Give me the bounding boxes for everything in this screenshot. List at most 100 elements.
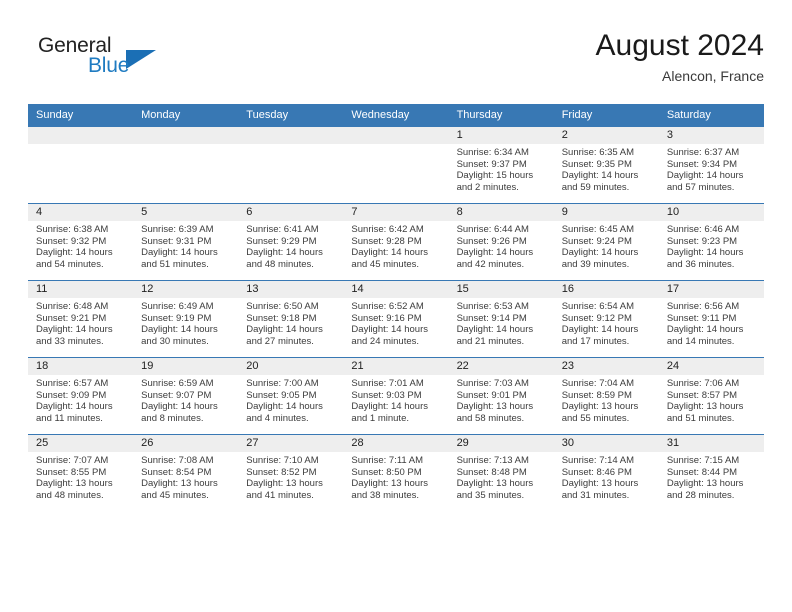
weekday-header-thursday: Thursday — [448, 104, 554, 127]
brand-logo[interactable]: General Blue — [28, 34, 258, 90]
calendar-day-cell[interactable]: 31 Sunrise: 7:15 AM Sunset: 8:44 PM Dayligh… — [658, 434, 764, 511]
calendar-day-cell[interactable]: 9 Sunrise: 6:45 AM Sunset: 9:24 PM Daylight… — [553, 203, 659, 281]
calendar-day-cell[interactable]: 29 Sunrise: 7:13 AM Sunset: 8:48 PM Dayligh… — [448, 434, 554, 511]
day-details — [238, 144, 343, 147]
daylight-duration-line1: Daylight: 14 hours — [36, 247, 113, 259]
daylight-duration-line2: and 2 minutes. — [456, 181, 519, 193]
day-details: Sunrise: 7:07 AM Sunset: 8:55 PM Daylight:… — [28, 452, 133, 501]
calendar-day-cell-inner: 28 Sunrise: 7:11 AM Sunset: 8:50 PM Dayligh… — [343, 435, 449, 511]
calendar-day-cell[interactable]: 20 Sunrise: 7:00 AM Sunset: 9:05 PM Dayligh… — [238, 357, 344, 435]
daylight-duration-line1: Daylight: 14 hours — [561, 247, 639, 259]
sunrise-time: Sunrise: 7:15 AM — [666, 455, 740, 466]
calendar-day-cell[interactable]: 11 Sunrise: 6:48 AM Sunset: 9:21 PM Dayligh… — [28, 280, 134, 358]
sunrise-time: Sunrise: 7:01 AM — [351, 378, 424, 389]
day-number: 17 — [658, 281, 764, 298]
day-number: 29 — [448, 435, 554, 452]
daylight-duration-line2: and 59 minutes. — [561, 181, 630, 193]
calendar-day-cell-empty — [343, 126, 449, 204]
day-details: Sunrise: 7:00 AM Sunset: 9:05 PM Daylight:… — [238, 375, 343, 424]
day-details: Sunrise: 6:42 AM Sunset: 9:28 PM Daylight:… — [343, 221, 448, 270]
sunrise-time: Sunrise: 6:37 AM — [666, 147, 740, 158]
calendar-page: General Blue August 2024 Alencon, France… — [0, 0, 792, 612]
calendar-day-cell[interactable]: 10 Sunrise: 6:46 AM Sunset: 9:23 PM Dayligh… — [658, 203, 764, 281]
calendar-day-cell[interactable]: 22 Sunrise: 7:03 AM Sunset: 9:01 PM Dayligh… — [448, 357, 554, 435]
day-details: Sunrise: 6:52 AM Sunset: 9:16 PM Daylight:… — [343, 298, 448, 347]
calendar-day-cell[interactable]: 1 Sunrise: 6:34 AM Sunset: 9:37 PM Daylight… — [448, 126, 554, 204]
calendar-day-cell-inner: 16 Sunrise: 6:54 AM Sunset: 9:12 PM Dayligh… — [553, 281, 659, 357]
sunset-time: Sunset: 9:16 PM — [351, 312, 422, 324]
daylight-duration-line1: Daylight: 14 hours — [351, 247, 428, 259]
calendar-day-cell[interactable]: 24 Sunrise: 7:06 AM Sunset: 8:57 PM Dayligh… — [658, 357, 764, 435]
day-details: Sunrise: 6:57 AM Sunset: 9:09 PM Daylight:… — [28, 375, 133, 424]
daylight-duration-line2: and 8 minutes. — [141, 412, 204, 424]
day-number: 21 — [343, 358, 449, 375]
sunset-time: Sunset: 9:23 PM — [666, 235, 738, 247]
daylight-duration-line1: Daylight: 13 hours — [456, 478, 534, 490]
daylight-duration-line2: and 42 minutes. — [456, 258, 525, 270]
calendar-day-cell[interactable]: 2 Sunrise: 6:35 AM Sunset: 9:35 PM Daylight… — [553, 126, 659, 204]
calendar-day-cell[interactable]: 14 Sunrise: 6:52 AM Sunset: 9:16 PM Dayligh… — [343, 280, 449, 358]
calendar-day-cell[interactable]: 18 Sunrise: 6:57 AM Sunset: 9:09 PM Dayligh… — [28, 357, 134, 435]
sunset-time: Sunset: 8:57 PM — [666, 389, 738, 401]
day-details: Sunrise: 7:06 AM Sunset: 8:57 PM Daylight:… — [659, 375, 764, 424]
sunset-time: Sunset: 9:29 PM — [246, 235, 317, 247]
sunset-time: Sunset: 9:34 PM — [666, 158, 738, 170]
sunrise-time: Sunrise: 6:48 AM — [36, 301, 109, 312]
day-number: 31 — [658, 435, 764, 452]
calendar-day-cell[interactable]: 25 Sunrise: 7:07 AM Sunset: 8:55 PM Dayligh… — [28, 434, 134, 511]
page-title: August 2024 — [595, 29, 764, 62]
calendar-day-cell-inner — [343, 127, 449, 203]
calendar-week-row: 11 Sunrise: 6:48 AM Sunset: 9:21 PM Dayligh… — [28, 280, 764, 358]
sunset-time: Sunset: 8:54 PM — [141, 466, 212, 478]
day-details: Sunrise: 6:54 AM Sunset: 9:12 PM Daylight:… — [554, 298, 659, 347]
sunrise-time: Sunrise: 6:38 AM — [36, 224, 109, 235]
calendar-day-cell[interactable]: 19 Sunrise: 6:59 AM Sunset: 9:07 PM Dayligh… — [133, 357, 239, 435]
daylight-duration-line2: and 27 minutes. — [246, 335, 314, 347]
sunset-time: Sunset: 9:05 PM — [246, 389, 317, 401]
calendar-day-cell[interactable]: 3 Sunrise: 6:37 AM Sunset: 9:34 PM Daylight… — [658, 126, 764, 204]
day-details: Sunrise: 6:44 AM Sunset: 9:26 PM Daylight:… — [449, 221, 554, 270]
calendar-day-cell[interactable]: 6 Sunrise: 6:41 AM Sunset: 9:29 PM Daylight… — [238, 203, 344, 281]
daylight-duration-line2: and 24 minutes. — [351, 335, 420, 347]
day-details: Sunrise: 6:50 AM Sunset: 9:18 PM Daylight:… — [238, 298, 343, 347]
daylight-duration-line2: and 33 minutes. — [36, 335, 104, 347]
weekday-header-tuesday: Tuesday — [238, 104, 344, 127]
daylight-duration-line2: and 35 minutes. — [456, 489, 525, 501]
calendar-day-cell[interactable]: 28 Sunrise: 7:11 AM Sunset: 8:50 PM Dayligh… — [343, 434, 449, 511]
sunrise-time: Sunrise: 6:56 AM — [666, 301, 740, 312]
calendar-day-cell[interactable]: 4 Sunrise: 6:38 AM Sunset: 9:32 PM Daylight… — [28, 203, 134, 281]
calendar-day-cell-inner: 17 Sunrise: 6:56 AM Sunset: 9:11 PM Dayligh… — [658, 281, 764, 357]
daylight-duration-line1: Daylight: 14 hours — [246, 324, 323, 336]
calendar-day-cell[interactable]: 30 Sunrise: 7:14 AM Sunset: 8:46 PM Dayligh… — [553, 434, 659, 511]
sunset-time: Sunset: 9:35 PM — [561, 158, 632, 170]
calendar-day-cell[interactable]: 7 Sunrise: 6:42 AM Sunset: 9:28 PM Daylight… — [343, 203, 449, 281]
calendar-day-cell[interactable]: 27 Sunrise: 7:10 AM Sunset: 8:52 PM Dayligh… — [238, 434, 344, 511]
sunrise-time: Sunrise: 7:07 AM — [36, 455, 109, 466]
calendar-day-cell[interactable]: 26 Sunrise: 7:08 AM Sunset: 8:54 PM Dayligh… — [133, 434, 239, 511]
calendar-day-cell-inner: 30 Sunrise: 7:14 AM Sunset: 8:46 PM Dayligh… — [553, 435, 659, 511]
calendar-day-cell[interactable]: 17 Sunrise: 6:56 AM Sunset: 9:11 PM Dayligh… — [658, 280, 764, 358]
calendar-day-cell[interactable]: 8 Sunrise: 6:44 AM Sunset: 9:26 PM Daylight… — [448, 203, 554, 281]
daylight-duration-line1: Daylight: 14 hours — [561, 324, 639, 336]
calendar-day-cell-inner: 3 Sunrise: 6:37 AM Sunset: 9:34 PM Daylight… — [658, 127, 764, 203]
calendar-day-cell-inner: 10 Sunrise: 6:46 AM Sunset: 9:23 PM Dayligh… — [658, 204, 764, 280]
calendar-day-cell[interactable]: 12 Sunrise: 6:49 AM Sunset: 9:19 PM Dayligh… — [133, 280, 239, 358]
calendar-day-cell[interactable]: 5 Sunrise: 6:39 AM Sunset: 9:31 PM Daylight… — [133, 203, 239, 281]
calendar-day-cell[interactable]: 21 Sunrise: 7:01 AM Sunset: 9:03 PM Dayligh… — [343, 357, 449, 435]
calendar-day-cell[interactable]: 16 Sunrise: 6:54 AM Sunset: 9:12 PM Dayligh… — [553, 280, 659, 358]
day-details: Sunrise: 6:59 AM Sunset: 9:07 PM Daylight:… — [133, 375, 238, 424]
weekday-header-sunday: Sunday — [28, 104, 134, 127]
calendar-day-cell-inner: 26 Sunrise: 7:08 AM Sunset: 8:54 PM Dayligh… — [133, 435, 239, 511]
calendar-day-cell[interactable]: 13 Sunrise: 6:50 AM Sunset: 9:18 PM Dayligh… — [238, 280, 344, 358]
sunrise-time: Sunrise: 6:41 AM — [246, 224, 319, 235]
day-number: 19 — [133, 358, 239, 375]
day-number: 7 — [343, 204, 449, 221]
sunrise-time: Sunrise: 7:10 AM — [246, 455, 319, 466]
calendar-body: 1 Sunrise: 6:34 AM Sunset: 9:37 PM Daylight… — [28, 126, 764, 511]
calendar-day-cell-inner: 6 Sunrise: 6:41 AM Sunset: 9:29 PM Daylight… — [238, 204, 344, 280]
calendar-day-cell[interactable]: 15 Sunrise: 6:53 AM Sunset: 9:14 PM Dayligh… — [448, 280, 554, 358]
daylight-duration-line1: Daylight: 14 hours — [666, 247, 744, 259]
daylight-duration-line1: Daylight: 14 hours — [246, 401, 323, 413]
calendar-day-cell[interactable]: 23 Sunrise: 7:04 AM Sunset: 8:59 PM Dayligh… — [553, 357, 659, 435]
sunset-time: Sunset: 9:07 PM — [141, 389, 212, 401]
